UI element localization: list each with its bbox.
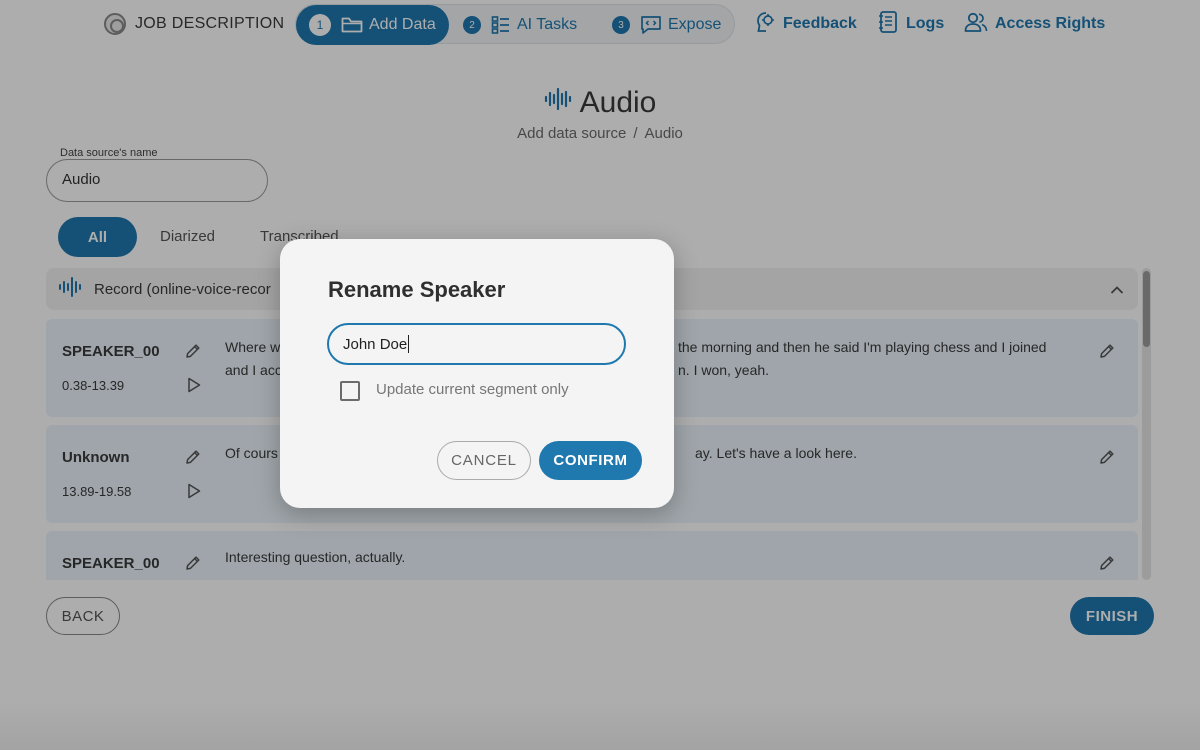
- speaker-name-input[interactable]: John Doe: [327, 323, 626, 365]
- cancel-button[interactable]: CANCEL: [437, 441, 531, 480]
- rename-speaker-dialog: Rename Speaker John Doe Update current s…: [280, 239, 674, 508]
- backdrop-fade: [0, 700, 1200, 750]
- confirm-button[interactable]: CONFIRM: [539, 441, 642, 480]
- speaker-name-input-value: John Doe: [343, 335, 408, 353]
- text-caret: [408, 335, 410, 353]
- update-segment-label[interactable]: Update current segment only: [376, 381, 569, 398]
- dialog-title: Rename Speaker: [328, 277, 506, 302]
- update-segment-checkbox[interactable]: [340, 381, 360, 401]
